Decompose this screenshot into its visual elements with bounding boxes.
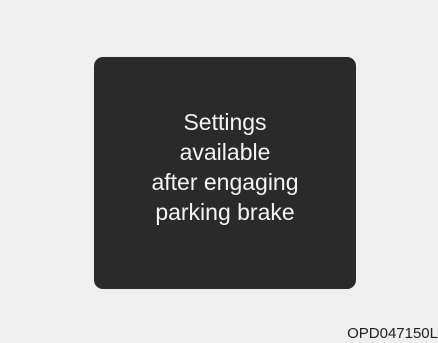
settings-unavailable-message: Settings available after engaging parkin…	[151, 107, 298, 227]
message-line: after engaging	[151, 169, 299, 195]
figure-code-label: OPD047150L	[347, 325, 438, 342]
cluster-illustration: Settings available after engaging parkin…	[0, 0, 438, 343]
message-line: Settings	[183, 109, 267, 135]
message-line: available	[179, 139, 271, 165]
message-line: parking brake	[155, 199, 295, 225]
cluster-display-panel: Settings available after engaging parkin…	[94, 57, 356, 289]
